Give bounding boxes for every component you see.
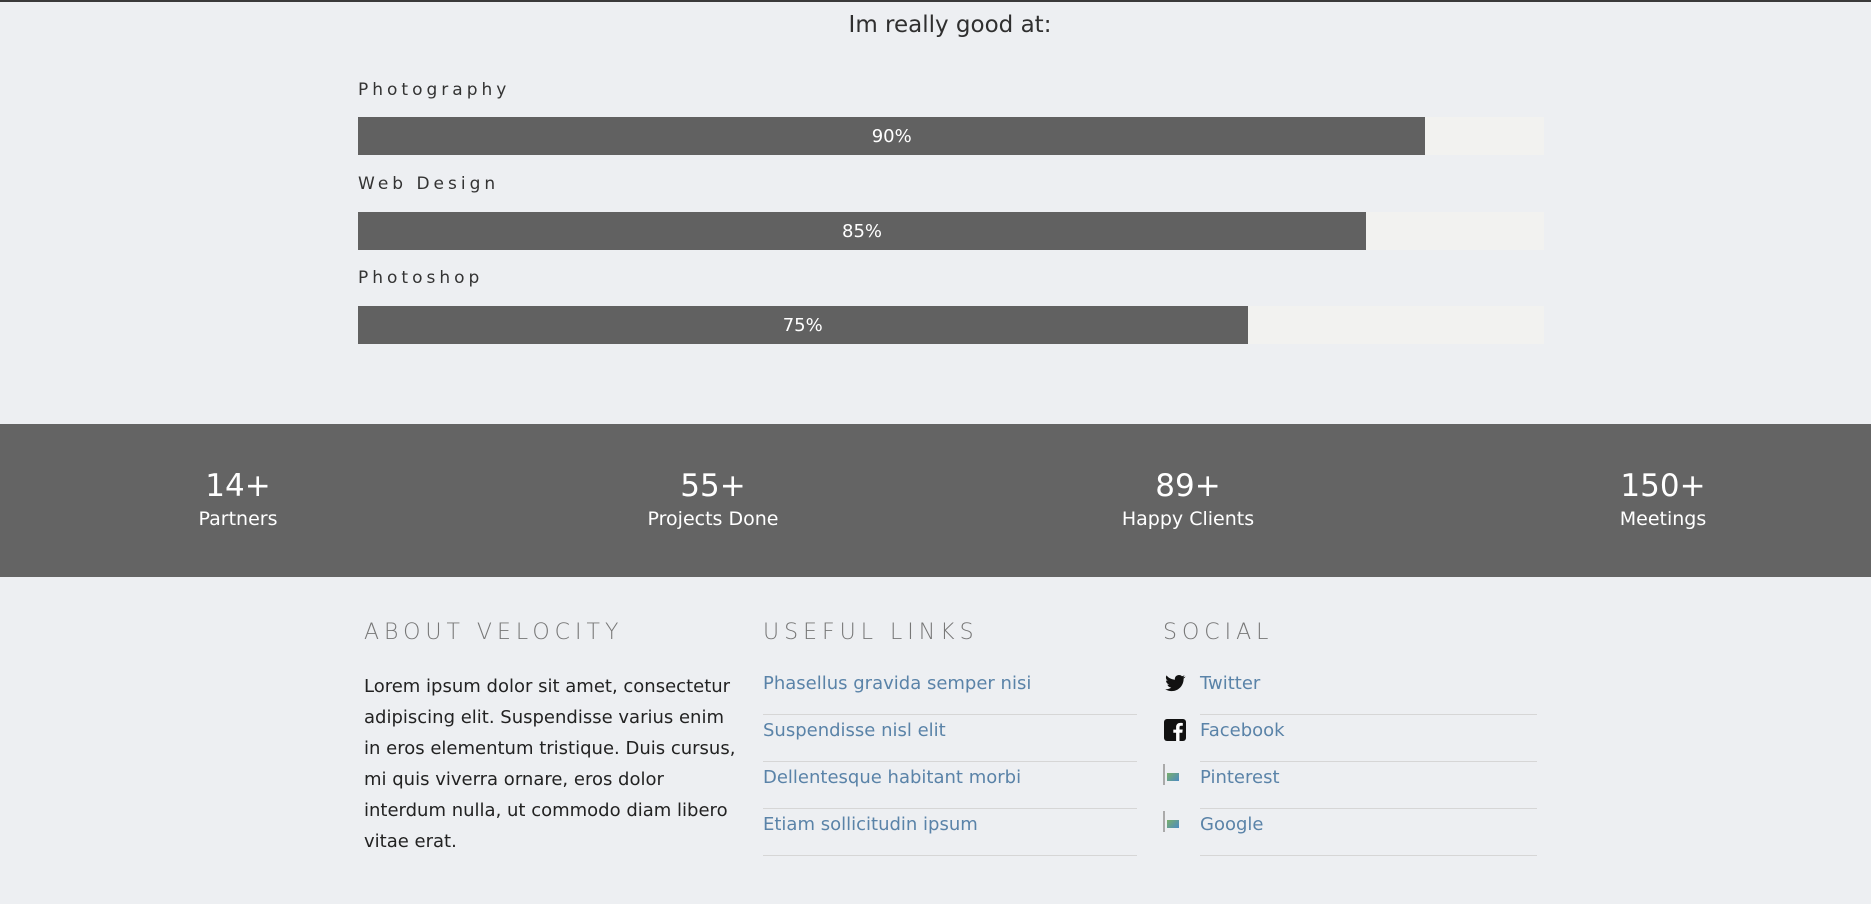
list-item: Phasellus gravida semper nisi	[763, 668, 1137, 715]
social-item-pinterest: Pinterest	[1163, 762, 1537, 809]
about-heading: About Velocity	[364, 620, 624, 645]
facebook-icon[interactable]	[1163, 718, 1187, 742]
skill-bar-fill: 75%	[358, 306, 1248, 344]
skill-bar-photoshop: 75%	[358, 306, 1544, 344]
social-link-pinterest[interactable]: Pinterest	[1200, 767, 1280, 788]
useful-link[interactable]: Phasellus gravida semper nisi	[763, 668, 1137, 694]
social-item-twitter: Twitter	[1163, 668, 1537, 715]
skill-percent: 85%	[842, 220, 883, 242]
stat-number: 89+	[1155, 468, 1221, 504]
top-divider	[0, 0, 1871, 2]
list-item: Dellentesque habitant morbi	[763, 762, 1137, 809]
twitter-icon[interactable]	[1163, 671, 1187, 695]
stat-label: Projects Done	[647, 508, 779, 530]
skill-bar-web-design: 85%	[358, 212, 1544, 250]
social-link-twitter[interactable]: Twitter	[1200, 673, 1260, 694]
about-text: Lorem ipsum dolor sit amet, consectetur …	[364, 676, 736, 852]
broken-image-icon[interactable]	[1163, 764, 1165, 785]
stat-label: Happy Clients	[1121, 508, 1255, 530]
skill-label-photoshop: Photoshop	[358, 268, 484, 288]
skills-title: Im really good at:	[848, 12, 1052, 38]
divider	[1200, 855, 1537, 856]
broken-image-icon[interactable]	[1163, 811, 1165, 832]
stat-meetings: 150+ Meetings	[1513, 468, 1813, 530]
useful-link[interactable]: Etiam sollicitudin ipsum	[763, 809, 1137, 835]
social-link-facebook[interactable]: Facebook	[1200, 720, 1285, 741]
stat-number: 14+	[205, 468, 271, 504]
stats-band: 14+ Partners 55+ Projects Done 89+ Happy…	[0, 424, 1871, 577]
list-item: Suspendisse nisl elit	[763, 715, 1137, 762]
stat-clients: 89+ Happy Clients	[1038, 468, 1338, 530]
stat-number: 55+	[680, 468, 746, 504]
skill-bar-fill: 90%	[358, 117, 1426, 155]
stat-partners: 14+ Partners	[88, 468, 388, 530]
useful-link[interactable]: Suspendisse nisl elit	[763, 715, 1137, 741]
skill-label-photography: Photography	[358, 80, 511, 100]
social-item-facebook: Facebook	[1163, 715, 1537, 762]
stat-number: 150+	[1620, 468, 1706, 504]
stat-label: Partners	[198, 508, 278, 530]
skill-bar-photography: 90%	[358, 117, 1544, 155]
social-item-google: Google	[1163, 809, 1537, 856]
stat-projects: 55+ Projects Done	[563, 468, 863, 530]
list-item: Etiam sollicitudin ipsum	[763, 809, 1137, 856]
skill-label-web-design: Web Design	[358, 174, 500, 194]
useful-link[interactable]: Dellentesque habitant morbi	[763, 762, 1137, 788]
social-list: Twitter Facebook Pinterest Google	[1163, 668, 1537, 856]
useful-links-heading: Useful Links	[763, 620, 979, 645]
stat-label: Meetings	[1619, 508, 1707, 530]
skill-percent: 75%	[782, 314, 823, 336]
useful-links-list: Phasellus gravida semper nisi Suspendiss…	[763, 668, 1137, 856]
social-link-google[interactable]: Google	[1200, 814, 1263, 835]
skill-bar-fill: 85%	[358, 212, 1367, 250]
skill-percent: 90%	[871, 125, 912, 147]
social-heading: Social	[1163, 620, 1274, 645]
